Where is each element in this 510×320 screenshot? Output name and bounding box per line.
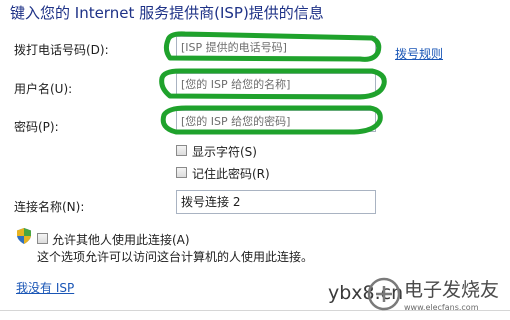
no-isp-link[interactable]: 我没有 ISP <box>16 279 74 296</box>
page-title: 键入您的 Internet 服务提供商(ISP)提供的信息 <box>10 4 324 22</box>
phone-label: 拨打电话号码(D): <box>14 43 109 57</box>
remember-password-checkbox[interactable] <box>176 167 187 178</box>
show-chars-checkbox[interactable] <box>176 145 187 156</box>
password-label: 密码(P): <box>14 120 59 134</box>
show-chars-label: 显示字符(S) <box>192 145 257 159</box>
username-field[interactable]: [您的 ISP 给您的名称] <box>176 73 376 95</box>
watermark-logo-text: 电子发烧友 <box>404 279 499 301</box>
divider <box>0 310 510 311</box>
watermark-left: ybx8.cn <box>328 282 404 304</box>
phone-field[interactable]: [ISP 提供的电话号码] <box>176 36 376 58</box>
connection-name-field[interactable]: 拨号连接 2 <box>176 190 376 214</box>
shield-icon <box>17 228 31 244</box>
dialing-rules-link[interactable]: 拨号规则 <box>395 45 443 62</box>
allow-others-label: 允许其他人使用此连接(A) <box>52 233 190 247</box>
remember-password-label: 记住此密码(R) <box>192 167 270 181</box>
username-label: 用户名(U): <box>14 82 73 96</box>
allow-others-note: 这个选项允许可以访问这台计算机的人使用此连接。 <box>37 250 314 264</box>
allow-others-checkbox[interactable] <box>37 233 48 244</box>
connection-name-label: 连接名称(N): <box>14 200 85 214</box>
password-field[interactable]: [您的 ISP 给您的密码] <box>176 110 376 132</box>
